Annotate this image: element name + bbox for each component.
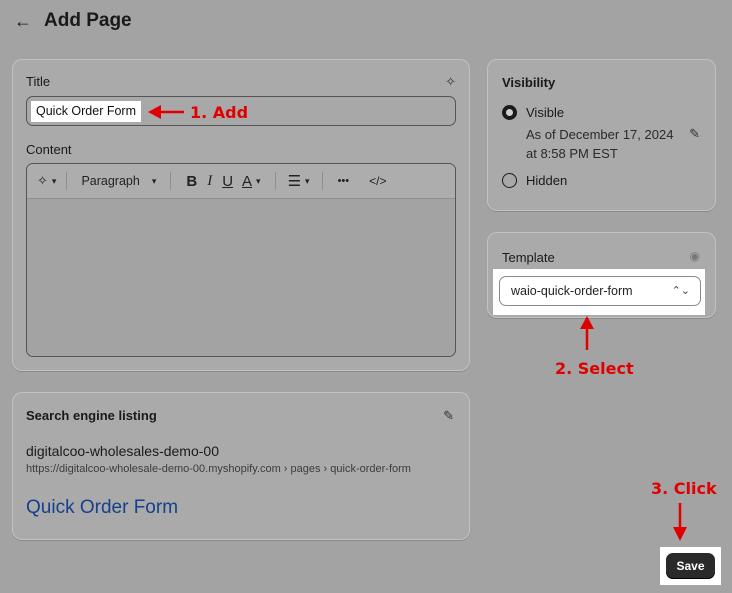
toolbar-divider [66,172,68,190]
annotation-step1: 1. Add [190,103,249,122]
text-color-label: A [242,172,253,190]
template-select[interactable]: waio-quick-order-form ⌃⌄ [499,276,701,306]
seo-page-title: Quick Order Form [26,497,179,518]
italic-button[interactable]: I [202,173,217,190]
template-select-highlight: waio-quick-order-form ⌃⌄ [493,269,705,315]
code-button[interactable]: </> [364,174,391,188]
template-heading: Template [502,250,555,265]
format-label: Paragraph [81,174,140,188]
annotation-arrow-3 [673,503,687,541]
chevron-down-icon: ▾ [256,175,261,186]
sparkle-icon[interactable]: ✧ [445,74,456,90]
annotation-step2: 2. Select [555,359,634,378]
radio-hidden[interactable] [502,173,517,188]
align-dropdown[interactable]: ☰ ▾ [286,164,312,198]
align-left-icon: ☰ [287,173,302,190]
underline-button[interactable]: U [217,173,238,190]
annotation-step3: 3. Click [651,479,717,498]
visible-date: As of December 17, 2024 [526,127,674,142]
annotation-arrow-1 [148,105,184,119]
visibility-card: Visibility Visible As of December 17, 20… [487,59,716,211]
save-button[interactable]: Save [666,553,715,579]
template-card: Template ◉ waio-quick-order-form ⌃⌄ [487,232,716,318]
seo-store-name: digitalcoo-wholesales-demo-00 [26,443,219,459]
bold-button[interactable]: B [181,173,202,190]
seo-heading: Search engine listing [26,408,157,423]
back-arrow-icon[interactable]: ← [14,11,32,32]
pencil-icon[interactable]: ✎ [443,408,454,424]
text-color-button[interactable]: A ▾ [238,164,265,198]
annotation-arrow-2 [580,316,594,350]
toolbar-divider [274,172,276,190]
visible-label: Visible [526,105,565,120]
chevron-down-icon: ▾ [51,175,57,186]
toolbar-divider [321,172,323,190]
content-editor[interactable]: ✧ ▾ Paragraph ▾ B I U A ▾ ☰ ▾ ••• </> [26,163,456,357]
visible-time: at 8:58 PM EST [526,146,618,161]
seo-card: Search engine listing ✎ digitalcoo-whole… [12,392,470,540]
seo-url: https://digitalcoo-wholesale-demo-00.mys… [26,463,411,475]
content-label: Content [26,142,72,157]
magic-button[interactable]: ✧ ▾ [37,164,56,198]
pencil-icon[interactable]: ✎ [689,126,700,142]
sparkle-icon: ✧ [37,173,48,188]
save-highlight: Save [660,547,721,585]
radio-visible[interactable] [502,105,517,120]
chevron-down-icon: ▾ [151,175,157,186]
title-input-value: Quick Order Form [31,101,142,122]
editor-toolbar: ✧ ▾ Paragraph ▾ B I U A ▾ ☰ ▾ ••• </> [27,164,455,199]
page-title: Add Page [44,10,132,31]
hidden-label: Hidden [526,173,568,188]
toolbar-divider [170,172,172,190]
visibility-heading: Visibility [502,75,556,90]
format-dropdown[interactable]: Paragraph ▾ [77,164,160,198]
more-button[interactable]: ••• [333,175,355,187]
chevron-down-icon: ▾ [305,175,310,186]
select-updown-icon: ⌃⌄ [671,285,690,297]
eye-icon[interactable]: ◉ [690,249,700,263]
page-header: ← Add Page [14,10,132,32]
template-select-value: waio-quick-order-form [511,284,633,298]
title-label: Title [26,74,51,89]
